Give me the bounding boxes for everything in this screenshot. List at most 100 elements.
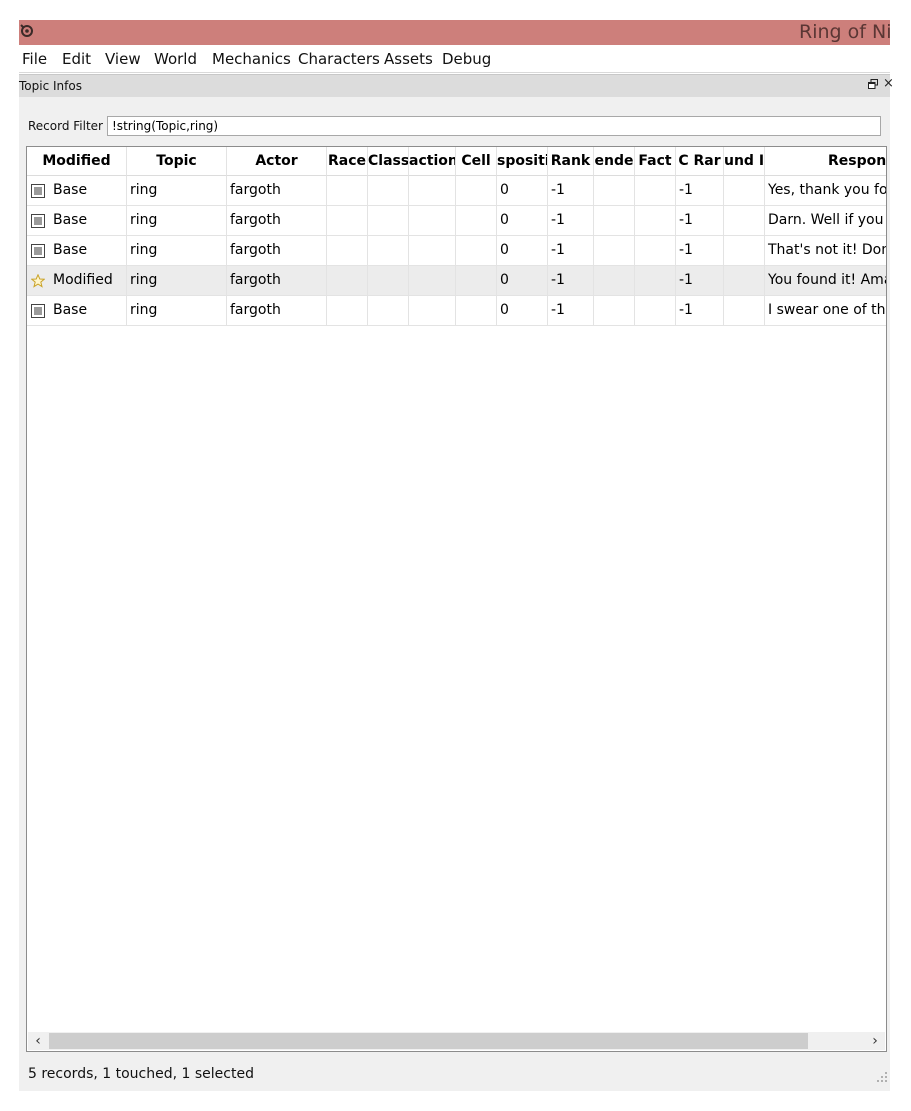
column-header-gender[interactable]: ende bbox=[594, 147, 635, 176]
cell-race[interactable] bbox=[327, 236, 368, 266]
cell-race[interactable] bbox=[327, 206, 368, 236]
column-header-response[interactable]: Respons bbox=[765, 147, 886, 176]
menu-view[interactable]: View bbox=[105, 50, 141, 68]
cell-class[interactable] bbox=[368, 206, 409, 236]
menu-edit[interactable]: Edit bbox=[62, 50, 91, 68]
menu-debug[interactable]: Debug bbox=[442, 50, 491, 68]
table-row[interactable]: Base ring fargoth 0 -1 -1 I swear one of the bbox=[27, 296, 886, 326]
cell-pc-rank[interactable]: -1 bbox=[676, 266, 724, 296]
column-header-pc-rank[interactable]: C Rar bbox=[676, 147, 724, 176]
cell-faction-rank[interactable] bbox=[635, 176, 676, 206]
cell-rank[interactable]: -1 bbox=[548, 266, 594, 296]
cell-sound[interactable] bbox=[724, 266, 765, 296]
column-header-faction-rank[interactable]: Fact bbox=[635, 147, 676, 176]
cell-faction[interactable] bbox=[409, 176, 456, 206]
cell-modified[interactable]: Base bbox=[27, 236, 127, 266]
cell-response[interactable]: You found it! Ama bbox=[765, 266, 886, 296]
table-row[interactable]: Base ring fargoth 0 -1 -1 That's not it! Don't bbox=[27, 236, 886, 266]
scrollbar-thumb[interactable] bbox=[49, 1033, 808, 1049]
cell-pc-rank[interactable]: -1 bbox=[676, 176, 724, 206]
cell-rank[interactable]: -1 bbox=[548, 236, 594, 266]
cell-actor[interactable]: fargoth bbox=[227, 266, 327, 296]
cell-response[interactable]: I swear one of the bbox=[765, 296, 886, 326]
horizontal-scrollbar[interactable]: ‹ › bbox=[28, 1032, 885, 1050]
cell-rank[interactable]: -1 bbox=[548, 296, 594, 326]
cell-faction-rank[interactable] bbox=[635, 236, 676, 266]
cell-cell[interactable] bbox=[456, 266, 497, 296]
cell-modified[interactable]: Base bbox=[27, 206, 127, 236]
column-header-class[interactable]: Class bbox=[368, 147, 409, 176]
cell-actor[interactable]: fargoth bbox=[227, 206, 327, 236]
close-icon[interactable]: × bbox=[883, 76, 894, 91]
cell-pc-rank[interactable]: -1 bbox=[676, 296, 724, 326]
cell-class[interactable] bbox=[368, 236, 409, 266]
cell-actor[interactable]: fargoth bbox=[227, 296, 327, 326]
cell-topic[interactable]: ring bbox=[127, 236, 227, 266]
cell-disposition[interactable]: 0 bbox=[497, 236, 548, 266]
float-window-icon[interactable] bbox=[868, 79, 878, 89]
menu-file[interactable]: File bbox=[22, 50, 47, 68]
app-logo-icon[interactable] bbox=[19, 23, 35, 39]
column-header-race[interactable]: Race bbox=[327, 147, 368, 176]
column-header-sound[interactable]: und I bbox=[724, 147, 765, 176]
scroll-left-icon[interactable]: ‹ bbox=[28, 1032, 48, 1050]
column-header-topic[interactable]: Topic bbox=[127, 147, 227, 176]
scroll-right-icon[interactable]: › bbox=[865, 1032, 885, 1050]
cell-gender[interactable] bbox=[594, 176, 635, 206]
cell-faction[interactable] bbox=[409, 296, 456, 326]
cell-race[interactable] bbox=[327, 266, 368, 296]
column-header-modified[interactable]: Modified bbox=[27, 147, 127, 176]
cell-class[interactable] bbox=[368, 266, 409, 296]
cell-topic[interactable]: ring bbox=[127, 266, 227, 296]
cell-faction[interactable] bbox=[409, 266, 456, 296]
cell-actor[interactable]: fargoth bbox=[227, 236, 327, 266]
cell-class[interactable] bbox=[368, 176, 409, 206]
cell-topic[interactable]: ring bbox=[127, 176, 227, 206]
menu-assets[interactable]: Assets bbox=[384, 50, 433, 68]
cell-sound[interactable] bbox=[724, 176, 765, 206]
cell-pc-rank[interactable]: -1 bbox=[676, 236, 724, 266]
record-filter-input[interactable]: !string(Topic,ring) bbox=[107, 116, 881, 136]
table-row[interactable]: Base ring fargoth 0 -1 -1 Darn. Well if you s bbox=[27, 206, 886, 236]
cell-cell[interactable] bbox=[456, 206, 497, 236]
cell-actor[interactable]: fargoth bbox=[227, 176, 327, 206]
cell-response[interactable]: Yes, thank you for bbox=[765, 176, 886, 206]
cell-class[interactable] bbox=[368, 296, 409, 326]
cell-gender[interactable] bbox=[594, 206, 635, 236]
column-header-disposition[interactable]: spositi bbox=[497, 147, 548, 176]
cell-gender[interactable] bbox=[594, 236, 635, 266]
cell-disposition[interactable]: 0 bbox=[497, 176, 548, 206]
cell-faction[interactable] bbox=[409, 206, 456, 236]
cell-faction[interactable] bbox=[409, 236, 456, 266]
menu-mechanics[interactable]: Mechanics bbox=[212, 50, 291, 68]
cell-disposition[interactable]: 0 bbox=[497, 206, 548, 236]
cell-cell[interactable] bbox=[456, 236, 497, 266]
cell-disposition[interactable]: 0 bbox=[497, 296, 548, 326]
cell-sound[interactable] bbox=[724, 236, 765, 266]
cell-rank[interactable]: -1 bbox=[548, 206, 594, 236]
cell-topic[interactable]: ring bbox=[127, 296, 227, 326]
cell-response[interactable]: That's not it! Don't bbox=[765, 236, 886, 266]
dock-title-bar[interactable]: Topic Infos × bbox=[19, 74, 894, 98]
cell-sound[interactable] bbox=[724, 296, 765, 326]
cell-gender[interactable] bbox=[594, 296, 635, 326]
cell-modified[interactable]: Modified bbox=[27, 266, 127, 296]
cell-modified[interactable]: Base bbox=[27, 176, 127, 206]
resize-grip-icon[interactable] bbox=[876, 1071, 888, 1083]
column-header-faction[interactable]: action bbox=[409, 147, 456, 176]
cell-modified[interactable]: Base bbox=[27, 296, 127, 326]
cell-rank[interactable]: -1 bbox=[548, 176, 594, 206]
column-header-rank[interactable]: Rank bbox=[548, 147, 594, 176]
cell-gender[interactable] bbox=[594, 266, 635, 296]
cell-faction-rank[interactable] bbox=[635, 296, 676, 326]
cell-race[interactable] bbox=[327, 296, 368, 326]
cell-sound[interactable] bbox=[724, 206, 765, 236]
menu-characters[interactable]: Characters bbox=[298, 50, 380, 68]
cell-race[interactable] bbox=[327, 176, 368, 206]
cell-faction-rank[interactable] bbox=[635, 266, 676, 296]
table-row[interactable]: Base ring fargoth 0 -1 -1 Yes, thank you for bbox=[27, 176, 886, 206]
table-row[interactable]: Modified ring fargoth 0 -1 -1 You found it! Am… bbox=[27, 266, 886, 296]
column-header-cell[interactable]: Cell bbox=[456, 147, 497, 176]
cell-cell[interactable] bbox=[456, 176, 497, 206]
cell-disposition[interactable]: 0 bbox=[497, 266, 548, 296]
